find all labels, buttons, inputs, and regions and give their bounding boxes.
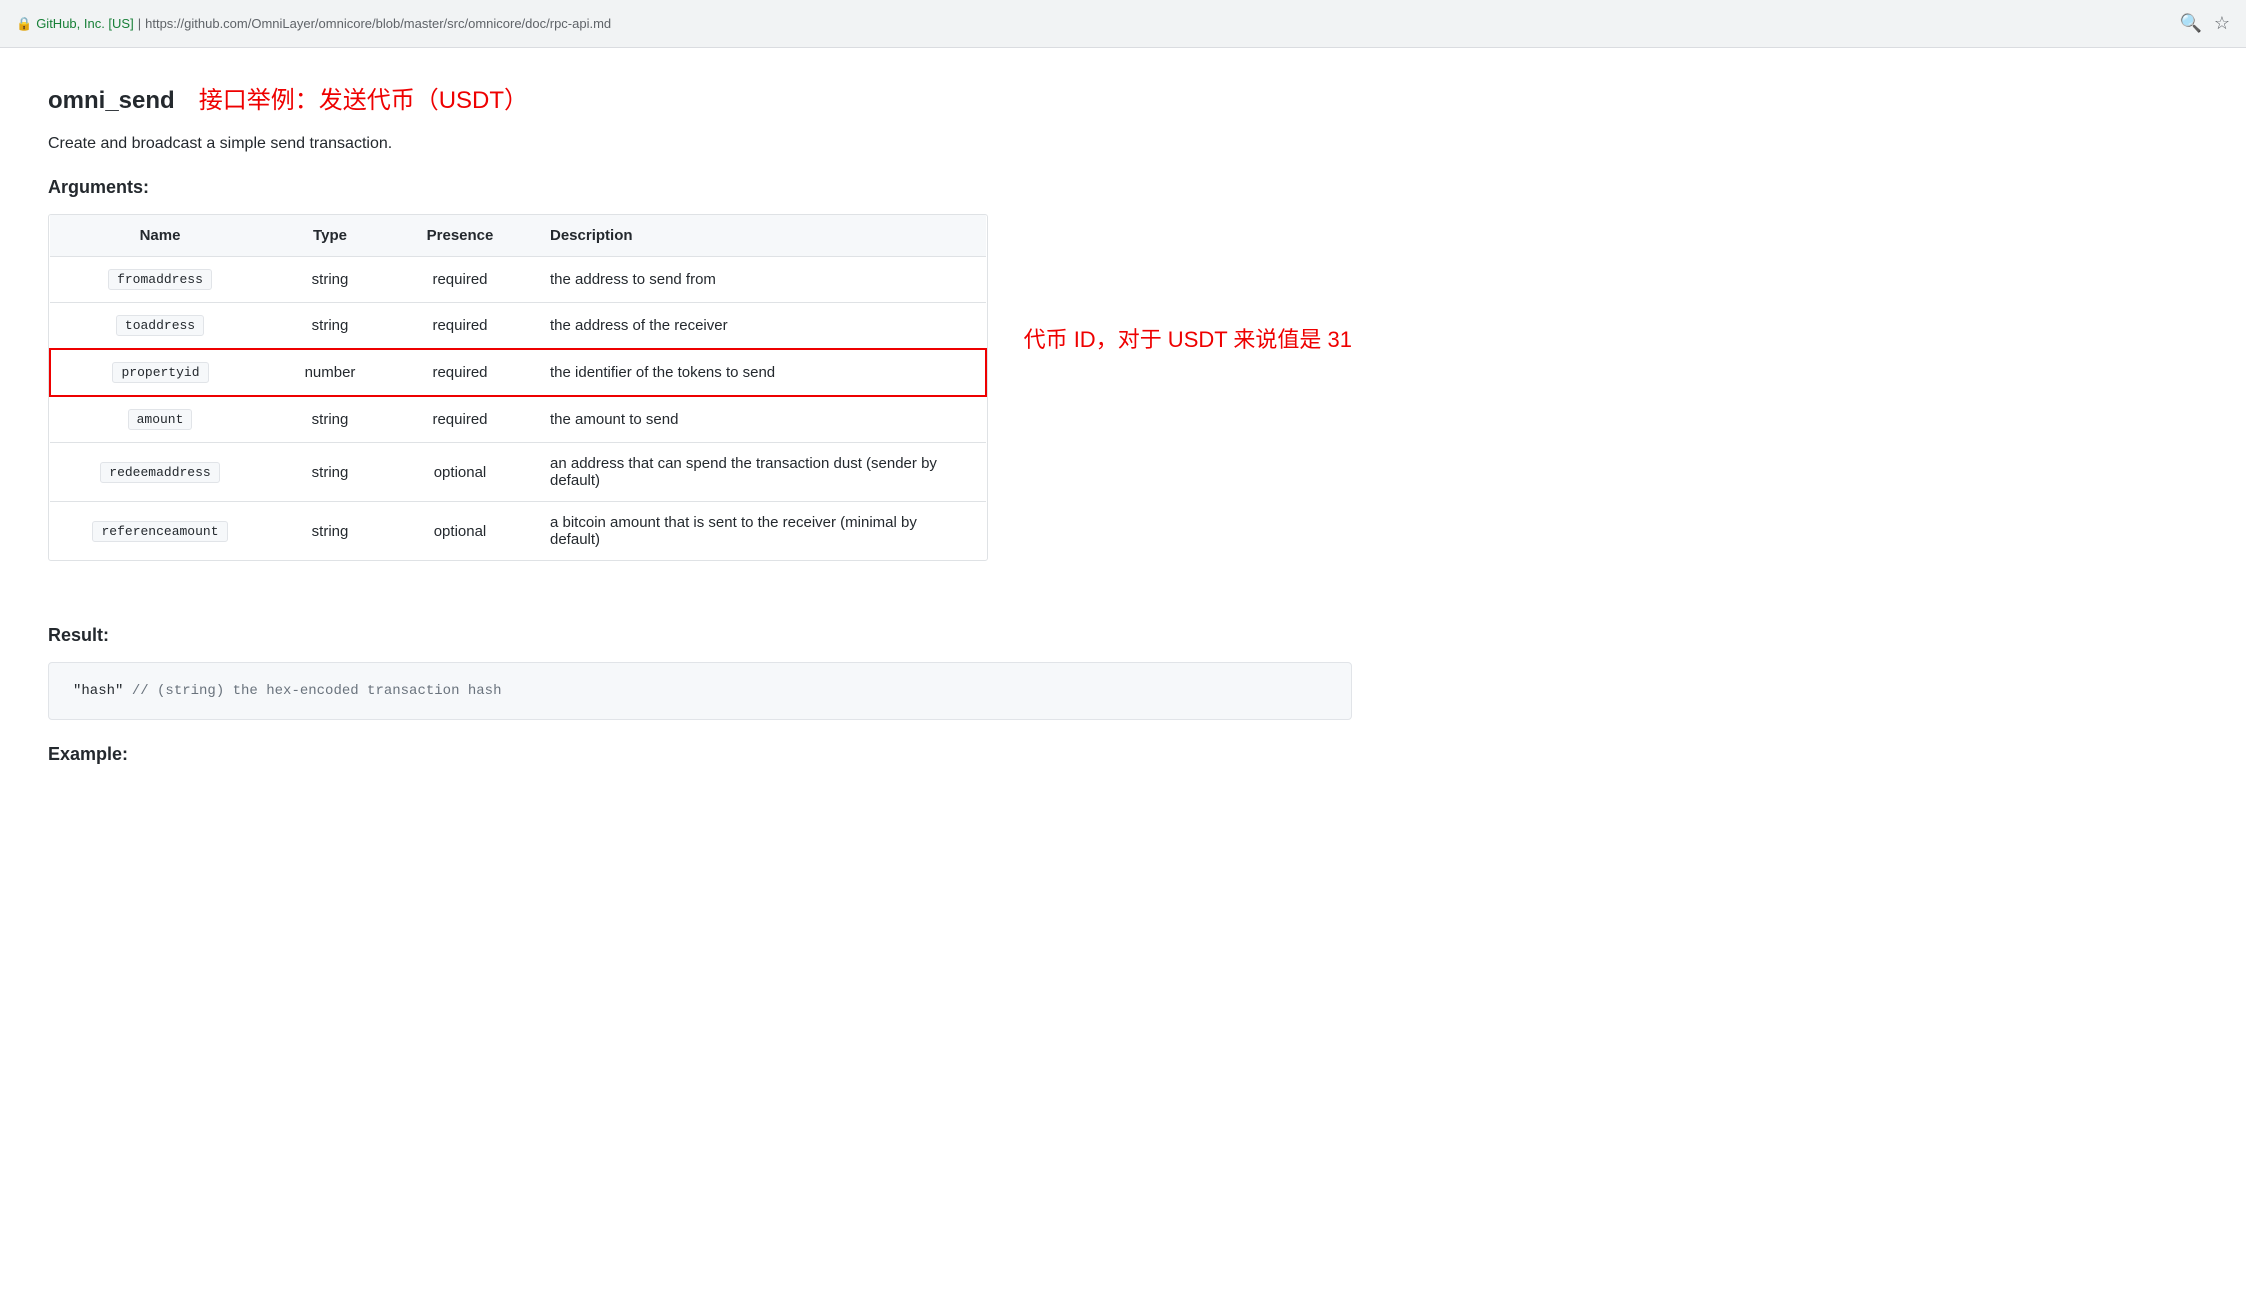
page-content: omni_send 接口举例：发送代币（USDT） Create and bro… — [0, 48, 1400, 813]
url-text: https://github.com/OmniLayer/omnicore/bl… — [145, 16, 611, 31]
search-icon[interactable]: 🔍 — [2179, 13, 2201, 34]
param-name-tag-highlighted: propertyid — [112, 362, 208, 383]
row-type: string — [270, 257, 390, 303]
row-type: string — [270, 396, 390, 443]
table-row: toaddress string required the address of… — [50, 303, 986, 350]
result-code-block: "hash" // (string) the hex-encoded trans… — [48, 662, 1352, 720]
row-name: fromaddress — [50, 257, 270, 303]
table-row: fromaddress string required the address … — [50, 257, 986, 303]
col-header-presence: Presence — [390, 215, 530, 257]
col-header-name: Name — [50, 215, 270, 257]
param-name-tag: toaddress — [116, 315, 204, 336]
row-type: string — [270, 303, 390, 350]
row-presence: required — [390, 396, 530, 443]
row-description: the address to send from — [530, 257, 986, 303]
row-annotation: 代币 ID，对于 USDT 来说值是 31 — [1008, 322, 1352, 354]
row-description: the address of the receiver — [530, 303, 986, 350]
row-presence-highlighted: required — [390, 349, 530, 396]
row-description-highlighted: the identifier of the tokens to send — [530, 349, 986, 396]
title-row: omni_send 接口举例：发送代币（USDT） — [48, 80, 1352, 115]
annotation-text: 代币 ID，对于 USDT 来说值是 31 — [1024, 327, 1352, 352]
code-string-value: "hash" — [73, 683, 132, 699]
browser-security: 🔒 GitHub, Inc. [US] | https://github.com… — [16, 16, 611, 32]
row-name: toaddress — [50, 303, 270, 350]
table-row-highlighted: propertyid number required the identifie… — [50, 349, 986, 396]
table-row: amount string required the amount to sen… — [50, 396, 986, 443]
row-type-highlighted: number — [270, 349, 390, 396]
row-type: string — [270, 443, 390, 502]
row-presence: optional — [390, 443, 530, 502]
bookmark-icon[interactable]: ☆ — [2214, 13, 2230, 34]
row-description: a bitcoin amount that is sent to the rec… — [530, 502, 986, 561]
browser-toolbar: 🔍 ☆ — [2179, 13, 2230, 34]
arguments-table: Name Type Presence Description fromaddre… — [49, 215, 987, 560]
table-row: referenceamount string optional a bitcoi… — [50, 502, 986, 561]
col-header-type: Type — [270, 215, 390, 257]
arguments-label: Arguments: — [48, 177, 1352, 198]
result-section: Result: "hash" // (string) the hex-encod… — [48, 625, 1352, 720]
row-name: referenceamount — [50, 502, 270, 561]
url-separator: | — [138, 16, 141, 31]
api-name: omni_send — [48, 87, 175, 115]
lock-icon: 🔒 — [16, 16, 32, 32]
param-name-tag: amount — [128, 409, 193, 430]
row-description: an address that can spend the transactio… — [530, 443, 986, 502]
row-name-highlighted: propertyid — [50, 349, 270, 396]
table-annotation-container: Name Type Presence Description fromaddre… — [48, 214, 1352, 593]
param-name-tag: referenceamount — [92, 521, 227, 542]
row-presence: required — [390, 303, 530, 350]
arguments-table-wrapper: Name Type Presence Description fromaddre… — [48, 214, 988, 561]
security-label: GitHub, Inc. [US] — [36, 16, 134, 31]
api-description: Create and broadcast a simple send trans… — [48, 135, 1352, 153]
row-name: redeemaddress — [50, 443, 270, 502]
table-header-row: Name Type Presence Description — [50, 215, 986, 257]
example-label: Example: — [48, 744, 1352, 765]
result-label: Result: — [48, 625, 1352, 646]
col-header-description: Description — [530, 215, 986, 257]
param-name-tag: redeemaddress — [100, 462, 219, 483]
param-name-tag: fromaddress — [108, 269, 212, 290]
browser-chrome: 🔒 GitHub, Inc. [US] | https://github.com… — [0, 0, 2246, 48]
code-comment: // (string) the hex-encoded transaction … — [132, 683, 502, 699]
api-subtitle: 接口举例：发送代币（USDT） — [199, 80, 528, 115]
table-row: redeemaddress string optional an address… — [50, 443, 986, 502]
row-description: the amount to send — [530, 396, 986, 443]
row-type: string — [270, 502, 390, 561]
row-name: amount — [50, 396, 270, 443]
example-section: Example: — [48, 744, 1352, 765]
row-presence: required — [390, 257, 530, 303]
row-presence: optional — [390, 502, 530, 561]
